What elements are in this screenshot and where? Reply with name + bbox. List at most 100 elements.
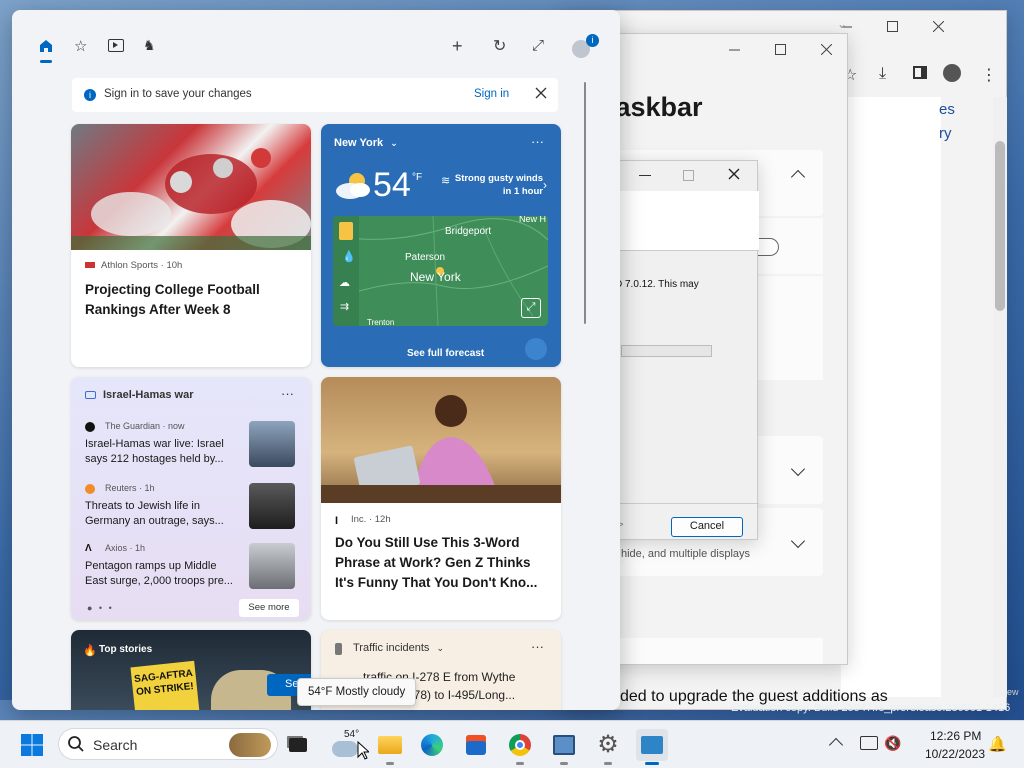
list-item-1-title[interactable]: Israel-Hamas war live: Israel says 212 h… <box>85 437 235 467</box>
settings-maximize-button[interactable] <box>757 34 803 64</box>
list-item-2[interactable]: Reuters · 1h Threats to Jewish life in G… <box>85 481 299 533</box>
expand-icon[interactable]: ⤢ <box>532 37 544 54</box>
scrollbar-thumb[interactable] <box>995 141 1005 311</box>
menu-icon[interactable]: ⋮ <box>981 65 997 85</box>
fire-icon: 🔥 <box>83 645 97 657</box>
list-item-2-source: Reuters · 1h <box>105 483 155 493</box>
strike-sign: SAG-AFTRA ON STRIKE! <box>130 660 200 710</box>
list-item-3[interactable]: Λ Axios · 1h Pentagon ramps up Middle Ea… <box>85 541 299 593</box>
inc-logo-icon: I <box>335 515 339 527</box>
traffic-header[interactable]: Traffic incidents ⌄ <box>353 642 444 654</box>
file-explorer-icon[interactable] <box>374 729 406 765</box>
list-item-1-source: The Guardian · now <box>105 421 185 431</box>
work-title[interactable]: Do You Still Use This 3-Word Phrase at W… <box>335 533 549 593</box>
widgets-panel[interactable]: ☆ ♞ + ↻ ⤢ i i Sign in to save your chang… <box>12 10 620 710</box>
see-full-forecast-link[interactable]: See full forecast <box>407 348 484 359</box>
browser-link-1[interactable]: es <box>939 101 955 118</box>
setup-app-icon[interactable] <box>636 729 668 765</box>
browser-page <box>841 97 941 697</box>
temperature-layer-icon[interactable] <box>339 222 353 240</box>
tab-chevron-icon[interactable]: ⌄ <box>837 17 847 31</box>
settings-minimize-button[interactable] <box>711 34 757 64</box>
network-icon[interactable] <box>860 736 878 750</box>
weather-tooltip: 54°F Mostly cloudy <box>297 678 417 706</box>
clock-time[interactable]: 12:26 PM <box>930 729 981 743</box>
browser-link-2[interactable]: ry <box>939 125 952 142</box>
map-label-trenton: Trenton <box>367 318 395 326</box>
weather-card[interactable]: New York ⌄ ··· 54 °F ≋ Strong gusty wind… <box>321 124 561 367</box>
football-source: Athlon Sports · 10h <box>101 260 183 271</box>
browser-scrollbar[interactable] <box>993 97 1007 697</box>
dialog-maximize-button[interactable] <box>683 170 694 181</box>
list-item-3-title[interactable]: Pentagon ramps up Middle East surge, 2,0… <box>85 559 235 589</box>
alert-chevron-icon[interactable]: › <box>543 178 547 192</box>
top-stories-label: Top stories <box>99 644 153 655</box>
war-card-more-icon[interactable]: ··· <box>281 386 294 401</box>
refresh-icon[interactable]: ↻ <box>493 36 506 56</box>
dialog-message: Ɔ 7.0.12. This may <box>615 279 699 290</box>
edge-browser-icon[interactable] <box>416 729 448 761</box>
star-plus-icon[interactable]: ☆ <box>74 37 87 55</box>
dialog-cancel-button[interactable]: Cancel <box>671 517 743 537</box>
start-button[interactable] <box>16 729 48 761</box>
search-label: Search <box>93 737 138 753</box>
settings-section-6[interactable] <box>601 638 823 664</box>
virtualbox-icon[interactable] <box>548 729 580 765</box>
setup-dialog[interactable]: Ɔ 7.0.12. This may t > Cancel <box>600 160 759 540</box>
weather-location[interactable]: New York ⌄ <box>334 137 398 149</box>
notification-bell-icon[interactable]: 🔔 <box>988 735 1007 753</box>
cloud-layer-icon[interactable]: ☁ <box>339 276 350 289</box>
task-view-icon[interactable] <box>282 729 314 761</box>
settings-close-button[interactable] <box>803 34 849 64</box>
profile-icon[interactable] <box>943 64 961 82</box>
info-icon: i <box>84 89 96 101</box>
weather-map[interactable]: 💧 ☁ ⇉ Bridgeport New H Paterson New York… <box>333 216 548 326</box>
top-stories-card[interactable]: 🔥 Top stories SAG-AFTRA ON STRIKE! Se <box>71 630 311 710</box>
browser-close-button[interactable] <box>915 11 961 41</box>
progress-bar <box>621 345 712 357</box>
panel-scrollbar[interactable] <box>584 82 586 324</box>
dialog-close-button[interactable] <box>727 167 741 184</box>
store-icon[interactable] <box>460 729 492 761</box>
home-icon[interactable] <box>38 38 54 57</box>
war-news-card[interactable]: Israel-Hamas war ··· The Guardian · now … <box>71 377 311 620</box>
precipitation-layer-icon[interactable]: 💧 <box>342 250 356 263</box>
traffic-light-icon <box>335 643 342 655</box>
list-item-2-title[interactable]: Threats to Jewish life in Germany an out… <box>85 499 235 529</box>
close-banner-icon[interactable] <box>534 86 548 103</box>
sign-in-link[interactable]: Sign in <box>474 88 509 100</box>
location-chevron-icon: ⌄ <box>390 138 398 148</box>
see-more-button[interactable]: See more <box>239 599 299 617</box>
traffic-more-icon[interactable]: ··· <box>531 639 544 654</box>
taskbar-weather-temp: 54° <box>344 729 360 740</box>
war-card-header[interactable]: Israel-Hamas war <box>103 389 194 401</box>
volume-muted-icon[interactable]: 🔇 <box>884 735 901 752</box>
download-icon[interactable]: ⤓ <box>879 65 886 83</box>
football-news-card[interactable]: Athlon Sports · 10h Projecting College F… <box>71 124 311 367</box>
taskbar-search-box[interactable]: Search <box>58 728 278 760</box>
dialog-minimize-button[interactable] <box>639 175 651 176</box>
map-label-paterson: Paterson <box>405 252 446 263</box>
chrome-icon[interactable] <box>504 729 536 765</box>
list-item-1[interactable]: The Guardian · now Israel-Hamas war live… <box>85 419 299 471</box>
weather-alert[interactable]: Strong gusty winds in 1 hour <box>453 172 543 198</box>
page-dots[interactable]: ● • • <box>87 603 114 613</box>
football-title[interactable]: Projecting College Football Rankings Aft… <box>85 280 299 320</box>
list-item-3-thumbnail <box>249 543 295 589</box>
traffic-header-label: Traffic incidents <box>353 642 430 654</box>
sidebar-toggle-icon[interactable] <box>913 66 927 79</box>
add-widget-icon[interactable]: + <box>452 36 463 57</box>
settings-gear-icon[interactable]: ⚙ <box>592 729 624 765</box>
game-icon[interactable]: ♞ <box>143 37 156 54</box>
work-article-card[interactable]: I Inc. · 12h Do You Still Use This 3-Wor… <box>321 377 561 620</box>
settings-section-text: hide, and multiple displays <box>621 548 751 560</box>
wind-layer-icon[interactable]: ⇉ <box>340 300 349 313</box>
map-expand-icon[interactable]: ⤢ <box>521 298 541 318</box>
clock-date[interactable]: 10/22/2023 <box>925 747 985 761</box>
dialog-header-area <box>601 191 759 251</box>
browser-maximize-button[interactable] <box>869 11 915 41</box>
weather-more-icon[interactable]: ··· <box>531 134 544 149</box>
video-icon[interactable] <box>108 39 124 52</box>
home-tab-indicator <box>40 60 52 63</box>
traffic-line-2[interactable]: 278) to I-495/Long... <box>407 688 515 702</box>
